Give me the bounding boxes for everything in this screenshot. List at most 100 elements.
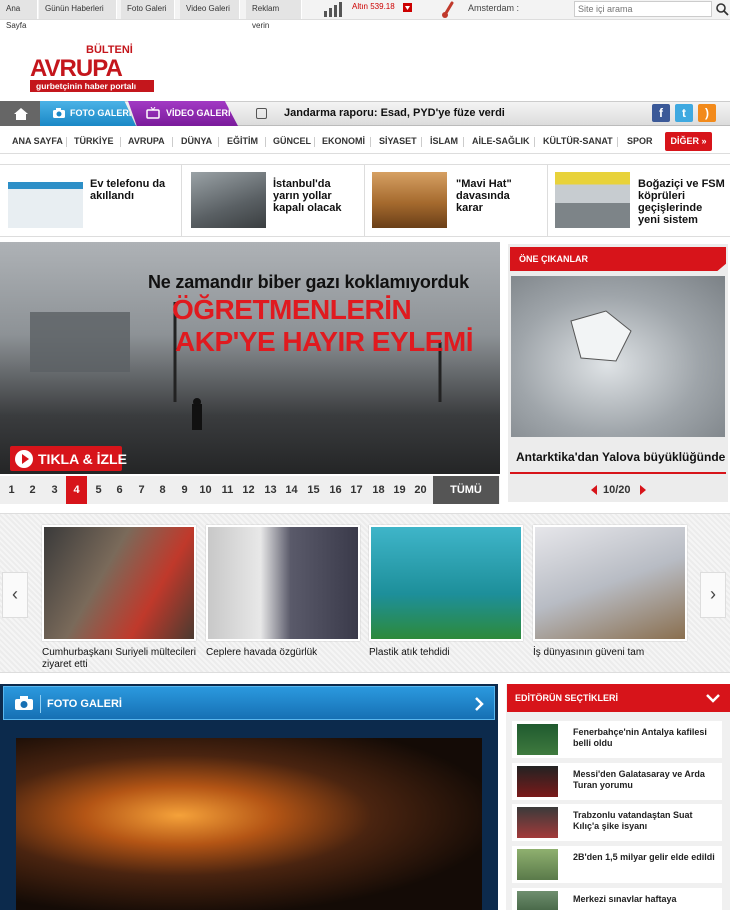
headline-card[interactable]: İstanbul'da yarın yollar kapalı olacak (183, 164, 365, 237)
home-button[interactable] (0, 101, 42, 126)
headline-card[interactable]: Ev telefonu da akıllandı (0, 164, 182, 237)
chevron-left-icon: ‹ (12, 584, 18, 604)
editor-pick-item[interactable]: Merkezi sınavlar haftaya (512, 888, 722, 910)
photo-gallery-label: FOTO GALERİ (47, 698, 122, 710)
page-9[interactable]: 9 (174, 476, 195, 504)
page-3[interactable]: 3 (44, 476, 65, 504)
more-button[interactable]: DİĞER » (665, 132, 712, 151)
tab-video-gallery-label: VİDEO GALERİ (166, 108, 231, 118)
nav-sports[interactable]: SPOR (627, 136, 653, 146)
page-20[interactable]: 20 (410, 476, 431, 504)
nav-world[interactable]: DÜNYA (181, 136, 212, 146)
page-15[interactable]: 15 (303, 476, 324, 504)
toplink-home[interactable]: Ana Sayfa (0, 0, 38, 30)
editor-pick-item[interactable]: Messi'den Galatasaray ve Arda Turan yoru… (512, 763, 722, 800)
toplink-advertise[interactable]: Reklam verin (246, 0, 302, 30)
page-19[interactable]: 19 (389, 476, 410, 504)
editor-pick-title: Merkezi sınavlar haftaya (573, 894, 677, 904)
facebook-icon[interactable]: f (652, 104, 670, 122)
header-divider (40, 695, 41, 713)
camera-icon (53, 108, 65, 118)
page-4-active[interactable]: 4 (66, 476, 87, 504)
nav-politics[interactable]: SİYASET (379, 136, 417, 146)
toplink-video-gallery[interactable]: Video Galeri (180, 0, 240, 19)
toplink-photo-gallery[interactable]: Foto Galeri (121, 0, 175, 19)
page-6[interactable]: 6 (109, 476, 130, 504)
tab-photo-gallery-label: FOTO GALERİ (70, 108, 132, 118)
featured-image[interactable] (511, 276, 725, 437)
nav-turkey[interactable]: TÜRKİYE (74, 136, 114, 146)
nav-economy[interactable]: EKONOMİ (322, 136, 365, 146)
page-13[interactable]: 13 (260, 476, 281, 504)
play-icon (15, 450, 33, 468)
page-18[interactable]: 18 (368, 476, 389, 504)
featured-counter: 10/20 (603, 484, 631, 496)
search-input[interactable] (574, 1, 712, 17)
page-5[interactable]: 5 (88, 476, 109, 504)
carousel-item[interactable]: Cumhurbaşkanı Suriyeli mültecileri ziyar… (42, 525, 196, 671)
nav-family-health[interactable]: AİLE-SAĞLIK (472, 136, 530, 146)
page-8[interactable]: 8 (152, 476, 173, 504)
photo-gallery-image[interactable] (16, 738, 482, 910)
chevron-right-icon (475, 697, 484, 711)
nav-culture-art[interactable]: KÜLTÜR-SANAT (543, 136, 613, 146)
stats-icon (324, 2, 342, 17)
nav-islam[interactable]: İSLAM (430, 136, 458, 146)
carousel-next-button[interactable]: › (700, 572, 726, 618)
nav-current[interactable]: GÜNCEL (273, 136, 311, 146)
featured-title[interactable]: Antarktika'dan Yalova büyüklüğünde (516, 450, 725, 464)
gold-price: Altın 539.18 (352, 2, 395, 11)
page-10[interactable]: 10 (195, 476, 216, 504)
page-12[interactable]: 12 (238, 476, 259, 504)
editor-pick-title: Trabzonlu vatandaştan Suat Kılıç'a şike … (573, 810, 693, 831)
all-slides-button[interactable]: TÜMÜ (433, 476, 499, 504)
nav-education[interactable]: EĞİTİM (227, 136, 258, 146)
editor-pick-item[interactable]: Trabzonlu vatandaştan Suat Kılıç'a şike … (512, 804, 722, 841)
headline-text: İstanbul'da yarın yollar kapalı olacak (273, 178, 342, 214)
headline-text: Boğaziçi ve FSM köprüleri geçişlerinde y… (638, 178, 725, 226)
headline-card[interactable]: Boğaziçi ve FSM köprüleri geçişlerinde y… (549, 164, 730, 237)
carousel-item[interactable]: Plastik atık tehdidi (369, 525, 523, 659)
featured-header-label: ÖNE ÇIKANLAR (519, 254, 588, 264)
nav-europe[interactable]: AVRUPA (128, 136, 165, 146)
tab-video-gallery[interactable]: VİDEO GALERİ (128, 101, 238, 126)
carousel-item[interactable]: Ceplere havada özgürlük (206, 525, 360, 659)
editor-pick-title: 2B'den 1,5 milyar gelir elde edildi (573, 852, 715, 862)
headline-thumbnail (372, 172, 447, 228)
svg-text:gurbetçinin haber portalı: gurbetçinin haber portalı (36, 81, 136, 91)
carousel-caption: İş dünyasının güveni tam (533, 647, 645, 658)
breaking-news-ticker[interactable]: Jandarma raporu: Esad, PYD'ye füze verdi (284, 107, 505, 119)
page-16[interactable]: 16 (325, 476, 346, 504)
carousel-item[interactable]: İş dünyasının güveni tam (533, 525, 687, 659)
ticker-icon (256, 108, 267, 119)
site-logo[interactable]: BÜLTENİ AVRUPA gurbetçinin haber portalı (28, 32, 158, 94)
tab-photo-gallery[interactable]: FOTO GALERİ (40, 101, 136, 126)
nav-home[interactable]: ANA SAYFA (12, 136, 63, 146)
headline-text: Ev telefonu da akıllandı (90, 178, 166, 202)
prev-arrow-icon[interactable] (590, 484, 598, 496)
page-1[interactable]: 1 (1, 476, 22, 504)
page-17[interactable]: 17 (346, 476, 367, 504)
toplink-daily-news[interactable]: Günün Haberleri (39, 0, 117, 19)
editor-pick-item[interactable]: Fenerbahçe'nin Antalya kafilesi belli ol… (512, 721, 722, 758)
page-11[interactable]: 11 (217, 476, 238, 504)
carousel-caption: Cumhurbaşkanı Suriyeli mültecileri ziyar… (42, 647, 196, 670)
carousel-image (206, 525, 360, 641)
tv-icon (146, 107, 160, 119)
editor-pick-thumbnail (517, 724, 558, 755)
editor-pick-item[interactable]: 2B'den 1,5 milyar gelir elde edildi (512, 846, 722, 883)
editor-pick-thumbnail (517, 807, 558, 838)
next-arrow-icon[interactable] (639, 484, 647, 496)
rss-icon[interactable]: ) (698, 104, 716, 122)
search-icon[interactable] (714, 0, 730, 18)
chevron-right-icon: › (710, 584, 716, 604)
featured-divider (510, 472, 726, 474)
carousel-prev-button[interactable]: ‹ (2, 572, 28, 618)
headline-card[interactable]: "Mavi Hat" davasında karar (366, 164, 548, 237)
hero-title-line2: AKP'YE HAYIR EYLEMİ (175, 326, 473, 357)
twitter-icon[interactable]: t (675, 104, 693, 122)
page-2[interactable]: 2 (22, 476, 43, 504)
page-14[interactable]: 14 (281, 476, 302, 504)
editor-picks-label: EDİTÖRÜN SEÇTİKLERİ (515, 693, 619, 703)
page-7[interactable]: 7 (131, 476, 152, 504)
